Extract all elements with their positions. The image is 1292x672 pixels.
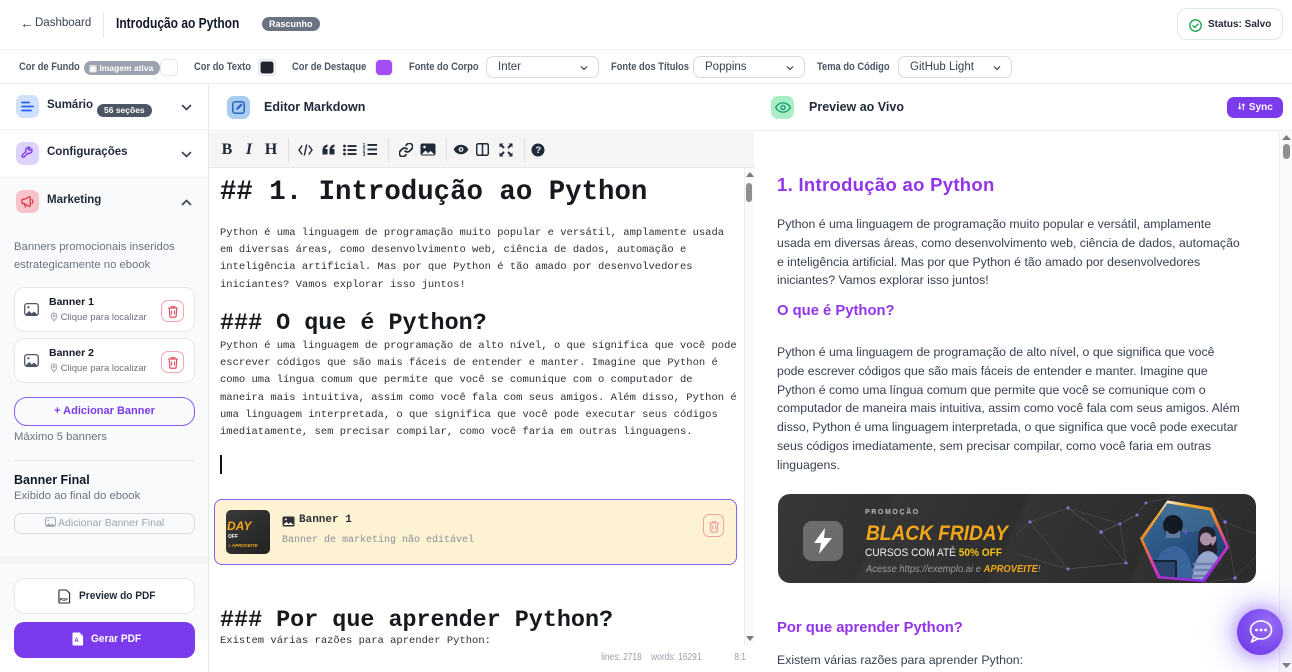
svg-text:3: 3: [363, 152, 366, 156]
svg-text:A: A: [74, 638, 79, 644]
svg-text:?: ?: [535, 145, 541, 156]
svg-text:PDF: PDF: [60, 597, 69, 602]
